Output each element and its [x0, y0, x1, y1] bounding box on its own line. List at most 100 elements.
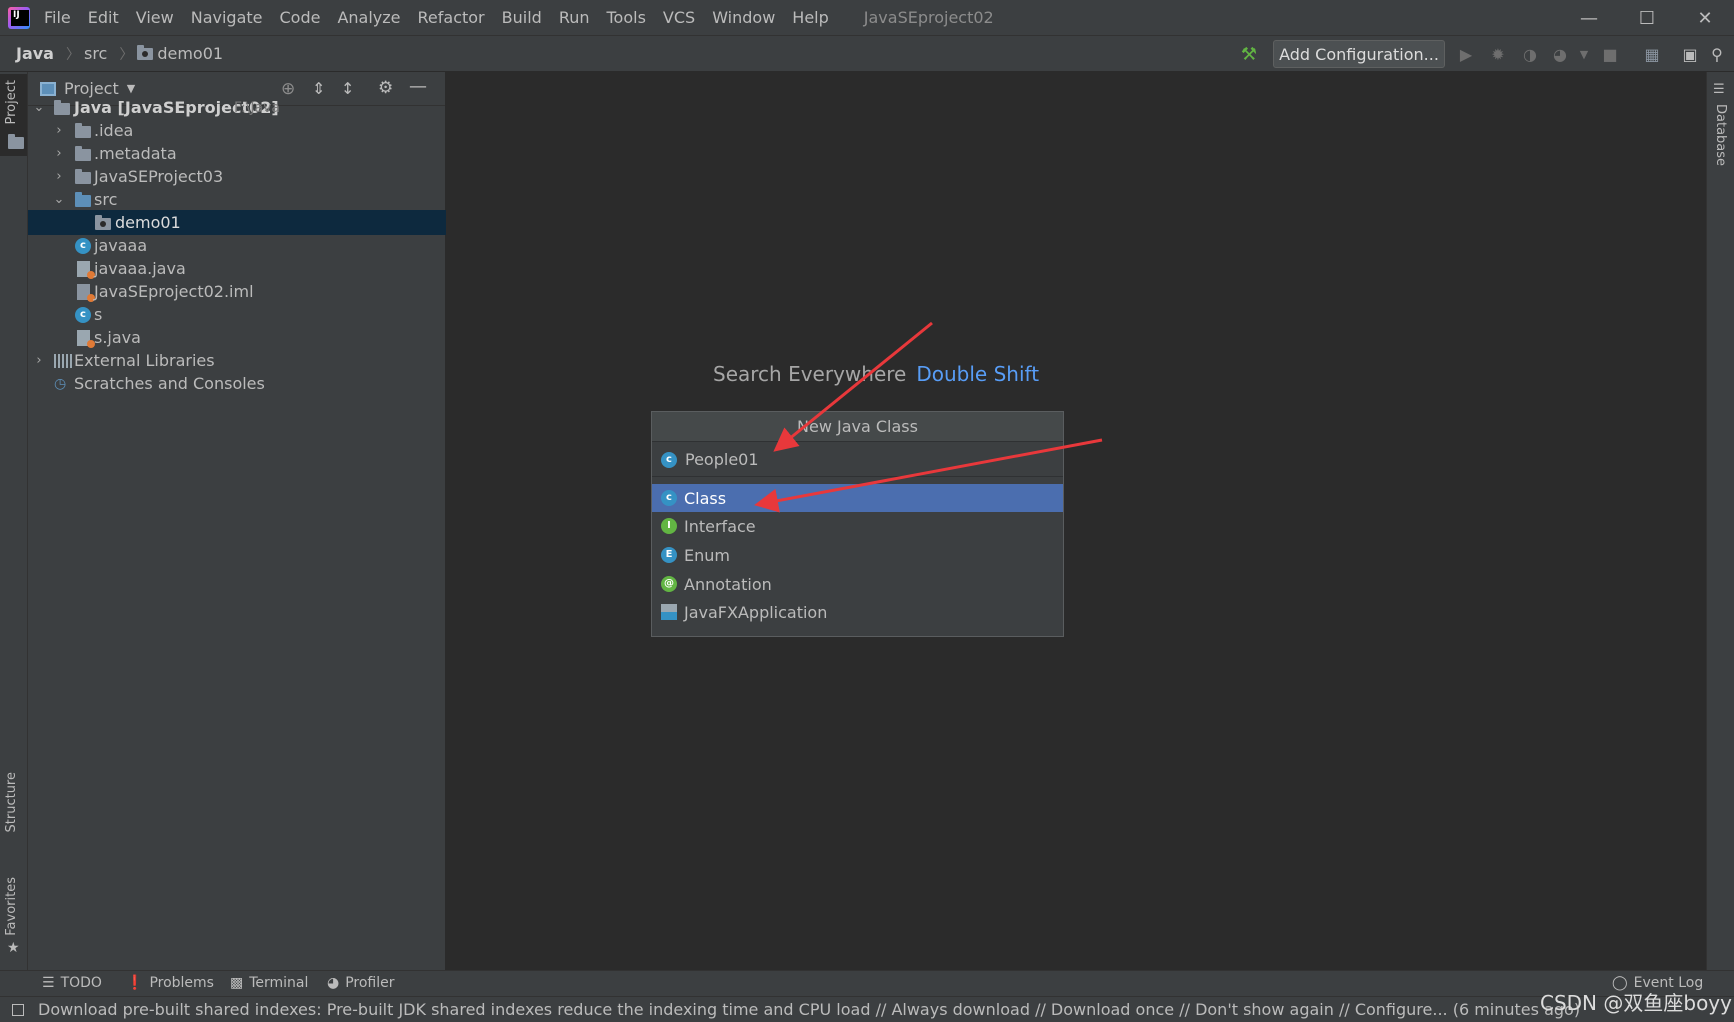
chevron-down-icon[interactable]: ⌄ — [32, 100, 46, 115]
stop-icon[interactable]: ■ — [1599, 44, 1621, 64]
maximize-icon[interactable]: ☐ — [1618, 0, 1676, 36]
toggle-tool-windows-icon[interactable] — [12, 1003, 24, 1016]
menu-vcs[interactable]: VCS — [663, 8, 695, 27]
breadcrumb-src[interactable]: src — [84, 44, 107, 63]
option-enum[interactable]: E Enum — [652, 541, 1063, 569]
iml-file-icon — [77, 283, 95, 302]
tree-item-label: .metadata — [94, 144, 177, 163]
tree-item-javaaa-class[interactable]: c javaaa — [28, 233, 446, 258]
tree-item-label: demo01 — [115, 213, 181, 232]
hide-panel-icon[interactable]: — — [409, 76, 427, 97]
tree-item-label: s — [94, 305, 103, 324]
terminal-icon: ▩ — [230, 975, 244, 991]
menu-run[interactable]: Run — [559, 8, 590, 27]
build-hammer-icon[interactable]: ⚒ — [1238, 44, 1260, 65]
menu-refactor[interactable]: Refactor — [418, 8, 485, 27]
tab-todo[interactable]: ☰ TODO — [42, 975, 102, 991]
coverage-icon[interactable]: ◑ — [1519, 44, 1541, 64]
tab-profiler[interactable]: ◕ Profiler — [327, 975, 395, 991]
menu-edit[interactable]: Edit — [88, 8, 119, 27]
option-label: Enum — [684, 545, 730, 565]
option-interface[interactable]: I Interface — [652, 512, 1063, 540]
interface-icon: I — [661, 518, 677, 534]
menu-tools[interactable]: Tools — [607, 8, 646, 27]
tree-item-java-module[interactable]: ⌄ Java [JavaSEproject02] F:\Java — [28, 95, 446, 120]
class-name-input[interactable]: c People01 — [652, 443, 1063, 477]
project-structure-icon[interactable]: ▦ — [1641, 44, 1663, 64]
menu-code[interactable]: Code — [280, 8, 321, 27]
tree-item-s-java[interactable]: s.java — [28, 325, 446, 350]
tree-item-label: src — [94, 190, 118, 209]
right-tool-stripe: ☰ Database — [1706, 72, 1734, 970]
folder-icon — [75, 146, 91, 161]
project-folder-icon — [8, 134, 24, 153]
folder-icon — [75, 169, 91, 184]
add-configuration-button[interactable]: Add Configuration... — [1273, 40, 1445, 68]
chevron-right-icon[interactable]: › — [32, 353, 46, 368]
tab-terminal[interactable]: ▩ Terminal — [230, 975, 308, 991]
title-bar: File Edit View Navigate Code Analyze Ref… — [0, 0, 1734, 36]
class-icon: c — [75, 237, 91, 254]
chevron-down-icon[interactable]: ▼ — [1573, 44, 1595, 64]
source-folder-icon — [75, 192, 91, 207]
tree-item-javaseproject03[interactable]: › JavaSEProject03 — [28, 164, 446, 189]
chevron-down-icon[interactable]: ⌄ — [52, 192, 66, 207]
tree-item-src[interactable]: ⌄ src — [28, 187, 446, 212]
tree-item-metadata[interactable]: › .metadata — [28, 141, 446, 166]
tab-problems[interactable]: ❗ Problems — [126, 975, 214, 991]
list-icon: ☰ — [42, 975, 55, 991]
intellij-logo-icon — [8, 6, 30, 29]
profile-icon[interactable]: ◕ — [1549, 44, 1571, 64]
chevron-down-icon[interactable]: ▼ — [127, 82, 135, 95]
menu-help[interactable]: Help — [792, 8, 828, 27]
class-name-value[interactable]: People01 — [685, 450, 759, 469]
menu-view[interactable]: View — [136, 8, 174, 27]
breadcrumb-demo01[interactable]: demo01 — [157, 44, 223, 63]
tree-item-javaaa-java[interactable]: javaaa.java — [28, 256, 446, 281]
debug-icon[interactable]: ✹ — [1487, 44, 1509, 64]
tab-project[interactable]: Project — [4, 80, 19, 124]
chevron-right-icon: 〉 — [119, 46, 134, 63]
hint-text: Search Everywhere — [713, 362, 907, 386]
option-annotation[interactable]: @ Annotation — [652, 570, 1063, 598]
menu-build[interactable]: Build — [502, 8, 542, 27]
menu-file[interactable]: File — [44, 8, 71, 27]
tree-item-scratches[interactable]: ◷ Scratches and Consoles — [28, 371, 446, 396]
editor-area[interactable] — [447, 72, 1706, 970]
java-file-icon — [77, 260, 95, 279]
hint-shortcut: Double Shift — [916, 362, 1040, 386]
status-message[interactable]: Download pre-built shared indexes: Pre-b… — [38, 1000, 1580, 1019]
tree-item-s-class[interactable]: c s — [28, 302, 446, 327]
close-icon[interactable]: ✕ — [1676, 0, 1734, 36]
tab-favorites[interactable]: Favorites — [4, 877, 19, 936]
menu-analyze[interactable]: Analyze — [337, 8, 400, 27]
menu-navigate[interactable]: Navigate — [191, 8, 263, 27]
chevron-right-icon[interactable]: › — [52, 169, 66, 184]
search-icon[interactable]: ⚲ — [1706, 44, 1728, 64]
minimize-icon[interactable]: — — [1560, 0, 1618, 36]
chevron-right-icon[interactable]: › — [52, 123, 66, 138]
tab-structure[interactable]: Structure — [4, 772, 19, 832]
option-javafx-application[interactable]: JavaFXApplication — [652, 598, 1063, 626]
run-icon[interactable]: ▶ — [1455, 44, 1477, 64]
option-label: Interface — [684, 516, 756, 536]
chevron-right-icon: 〉 — [65, 46, 80, 63]
database-icon: ☰ — [1713, 82, 1725, 97]
option-class[interactable]: c Class — [652, 484, 1063, 512]
window-layout-icon[interactable]: ▣ — [1679, 44, 1701, 64]
library-icon — [54, 353, 72, 368]
folder-icon — [75, 123, 91, 138]
breadcrumb-java[interactable]: Java — [16, 44, 54, 63]
tree-item-demo01[interactable]: demo01 — [28, 210, 446, 235]
project-panel: Project ▼ ⊕ ⇕ ↕ ⚙ — ⌄ Java [JavaSEprojec… — [28, 72, 446, 970]
class-icon: c — [661, 451, 677, 468]
menu-window[interactable]: Window — [712, 8, 775, 27]
option-label: Class — [684, 488, 727, 508]
javafx-icon — [661, 604, 677, 620]
tree-item-idea[interactable]: › .idea — [28, 118, 446, 143]
tree-item-external-libraries[interactable]: › External Libraries — [28, 348, 446, 373]
tab-database[interactable]: Database — [1713, 104, 1728, 166]
tree-item-iml[interactable]: JavaSEproject02.iml — [28, 279, 446, 304]
navigation-bar: Java 〉 src 〉 demo01 ⚒ Add Configuration.… — [0, 36, 1734, 72]
chevron-right-icon[interactable]: › — [52, 146, 66, 161]
